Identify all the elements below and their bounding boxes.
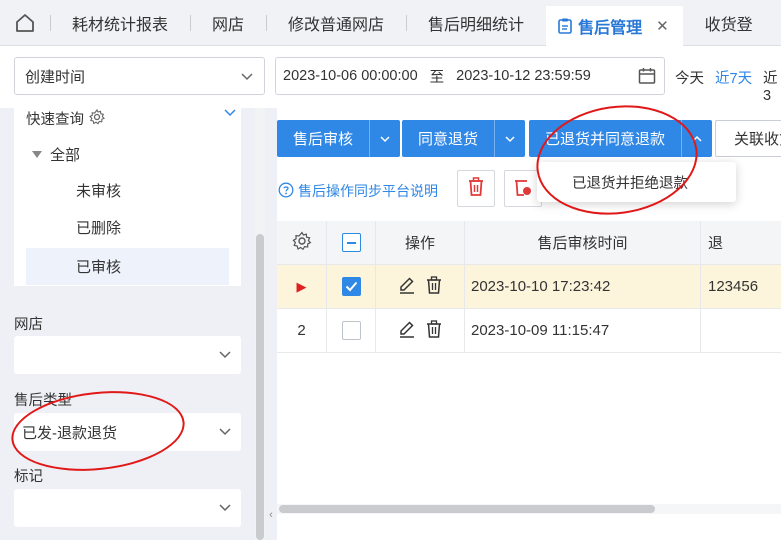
calendar-icon[interactable] (638, 67, 656, 89)
quick-last-30-days[interactable]: 近3 (763, 67, 781, 104)
chevron-down-icon (218, 424, 232, 442)
gear-icon[interactable] (89, 108, 105, 129)
chevron-down-icon (218, 500, 232, 518)
document-icon (558, 18, 572, 34)
gear-icon[interactable] (291, 230, 312, 255)
time-field-select[interactable]: 创建时间 (14, 57, 265, 95)
tab-bar: 耗材统计报表 网店 修改普通网店 售后明细统计 售后管理 ✕ 收货登 (0, 0, 781, 46)
table-header: 操作 售后审核时间 退 (277, 221, 781, 265)
scrollbar-thumb[interactable] (279, 505, 655, 513)
column-settings[interactable] (277, 221, 327, 264)
chevron-down-icon (218, 347, 232, 365)
chevron-down-icon[interactable] (494, 120, 525, 157)
agree-return-button[interactable]: 同意退货 (402, 120, 526, 157)
tree-item-unaudited[interactable]: 未审核 (26, 172, 229, 209)
shop-label: 网店 (14, 317, 43, 333)
chevron-up-icon[interactable] (681, 120, 712, 157)
chevron-down-icon[interactable] (369, 120, 400, 157)
row-checkbox[interactable] (341, 277, 361, 296)
row-checkbox[interactable] (341, 321, 361, 340)
tab-edit-shop[interactable]: 修改普通网店 (266, 0, 406, 46)
mark-label: 标记 (14, 469, 43, 485)
close-icon[interactable]: ✕ (656, 17, 669, 35)
scrollbar-thumb[interactable] (256, 234, 264, 540)
tab-aftersale-detail-stats[interactable]: 售后明细统计 (406, 0, 546, 46)
chevron-down-icon[interactable] (223, 106, 237, 122)
quick-last-7-days[interactable]: 近7天 (715, 67, 752, 88)
returned-agree-refund-button[interactable]: 已退货并同意退款 (529, 120, 713, 157)
collapse-panel-handle[interactable]: ‹ (265, 490, 277, 540)
home-icon[interactable] (0, 0, 50, 46)
table-row[interactable]: ▶ 2023-10-10 17:23:42 123456 (277, 265, 781, 309)
row-next-value: 123456 (708, 278, 759, 295)
edit-icon[interactable] (398, 276, 416, 298)
left-filter-panel: 快速查询 全部 未审核 已删除 已审核 网店 售后类型 已发-退款退货 标记 (0, 108, 255, 540)
trash-icon (467, 177, 485, 200)
table-horizontal-scrollbar[interactable] (277, 504, 781, 514)
edit-icon[interactable] (398, 320, 416, 342)
question-circle-icon (278, 182, 294, 201)
date-start[interactable]: 2023-10-06 00:00:00 (283, 68, 418, 84)
row-select-cell (327, 309, 376, 352)
quick-query-box: 快速查询 全部 未审核 已删除 已审核 (14, 108, 241, 286)
date-range-picker[interactable]: 2023-10-06 00:00:00 至 2023-10-12 23:59:5… (275, 57, 665, 95)
tab-receiving[interactable]: 收货登 (683, 0, 775, 46)
trash-icon[interactable] (426, 319, 442, 342)
header-next-column[interactable]: 退 (701, 221, 781, 264)
table-row[interactable]: 2 2023-10-09 11:15:47 (277, 309, 781, 353)
header-audit-time[interactable]: 售后审核时间 (465, 221, 701, 264)
row-audit-time: 2023-10-09 11:15:47 (465, 309, 701, 352)
row-operations (376, 265, 465, 308)
tab-aftersale-management[interactable]: 售后管理 ✕ (546, 5, 683, 46)
related-receipt-button[interactable]: 关联收货 (715, 120, 781, 157)
tree-root-all[interactable]: 全部 (32, 144, 80, 165)
aftersale-type-select[interactable]: 已发-退款退货 (14, 413, 241, 451)
shop-select[interactable] (14, 336, 241, 374)
date-end[interactable]: 2023-10-12 23:59:59 (456, 68, 591, 84)
select-all-checkbox[interactable] (341, 233, 361, 252)
row-marker: ▶ (277, 265, 327, 308)
chevron-down-icon (240, 69, 254, 87)
aftersale-type-label: 售后类型 (14, 393, 72, 409)
header-operation: 操作 (376, 221, 465, 264)
quick-today[interactable]: 今天 (675, 67, 704, 88)
trash-settings-icon (513, 177, 533, 200)
main-content: 售后审核 同意退货 已退货并同意退款 关联收货 售后操作同步平台说明 已退货并拒… (277, 108, 781, 540)
caret-down-icon (32, 151, 42, 158)
filter-row: 创建时间 2023-10-06 00:00:00 至 2023-10-12 23… (0, 46, 781, 108)
aftersale-audit-button[interactable]: 售后审核 (277, 120, 401, 157)
trash-icon[interactable] (426, 275, 442, 298)
tab-shop[interactable]: 网店 (190, 0, 266, 46)
mark-select[interactable] (14, 489, 241, 527)
dropdown-menu-item-returned-reject-refund[interactable]: 已退货并拒绝退款 (537, 162, 736, 202)
quick-query-header: 快速查询 (26, 108, 105, 129)
date-separator: 至 (429, 69, 445, 86)
delete-button[interactable] (457, 170, 495, 207)
left-panel-scrollbar[interactable] (255, 108, 265, 540)
tab-consumables-report[interactable]: 耗材统计报表 (50, 0, 190, 46)
row-select-cell (327, 265, 376, 308)
row-operations (376, 309, 465, 352)
tree-item-deleted[interactable]: 已删除 (26, 209, 229, 246)
select-all-cell (327, 221, 376, 264)
row-number: 2 (277, 309, 327, 352)
tree-item-audited[interactable]: 已审核 (26, 248, 229, 285)
row-audit-time: 2023-10-10 17:23:42 (465, 265, 701, 308)
chevron-left-icon: ‹ (269, 509, 273, 521)
row-next-value (701, 309, 781, 352)
sync-platform-help-link[interactable]: 售后操作同步平台说明 (278, 181, 438, 201)
